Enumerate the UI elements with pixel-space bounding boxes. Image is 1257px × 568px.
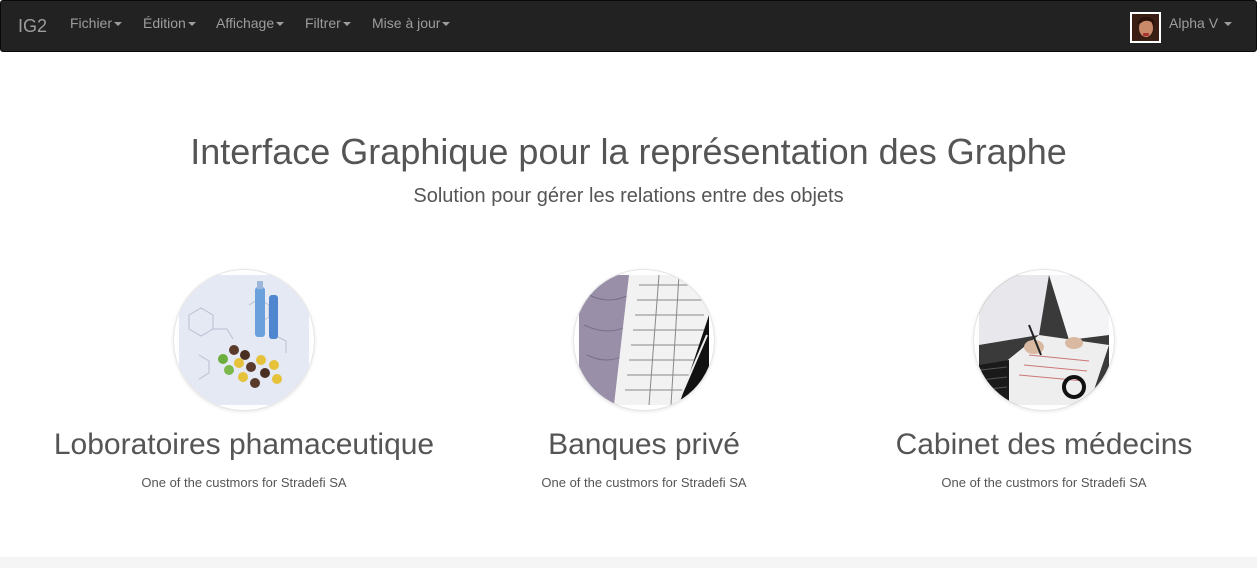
feature-doctors: Cabinet des médecins One of the custmors… <box>844 270 1244 490</box>
menu-filtrer[interactable]: Filtrer <box>305 15 351 31</box>
caret-down-icon <box>114 22 123 27</box>
feature-description: One of the custmors for Stradefi SA <box>941 475 1147 490</box>
caret-down-icon <box>1223 22 1232 27</box>
menu-fichier[interactable]: Fichier <box>70 15 123 31</box>
brand-link[interactable]: IG2 <box>18 16 47 37</box>
menu-label: Filtrer <box>305 15 341 31</box>
menu-edition[interactable]: Édition <box>143 15 196 31</box>
feature-title: Cabinet des médecins <box>895 428 1193 461</box>
caret-down-icon <box>276 22 285 27</box>
menu-label: Mise à jour <box>372 15 441 31</box>
menu-label: Édition <box>143 15 186 31</box>
caret-down-icon <box>187 22 196 27</box>
feature-title: Loboratoires phamaceutique <box>53 428 435 461</box>
user-name-label: Alpha V <box>1169 15 1219 31</box>
banking-image <box>574 270 714 410</box>
doctor-image <box>974 270 1114 410</box>
page-title: Interface Graphique pour la représentati… <box>190 131 1067 172</box>
avatar <box>1130 12 1161 43</box>
caret-down-icon <box>442 22 451 27</box>
menu-label: Affichage <box>216 15 275 31</box>
footer-band <box>0 557 1257 568</box>
feature-pharma: Loboratoires phamaceutique One of the cu… <box>44 270 444 490</box>
menu-affichage[interactable]: Affichage <box>216 15 285 31</box>
feature-description: One of the custmors for Stradefi SA <box>141 475 347 490</box>
top-navbar: IG2 Fichier Édition Affichage Filtrer Mi… <box>0 0 1257 52</box>
menu-label: Fichier <box>70 15 113 31</box>
caret-down-icon <box>342 22 351 27</box>
pharmaceutical-image <box>174 270 314 410</box>
user-avatar-icon <box>1132 14 1159 41</box>
menu-mise-a-jour[interactable]: Mise à jour <box>372 15 451 31</box>
feature-description: One of the custmors for Stradefi SA <box>541 475 747 490</box>
feature-title: Banques privé <box>548 428 740 461</box>
user-name: Alpha V <box>1169 15 1232 31</box>
feature-bank: Banques privé One of the custmors for St… <box>444 270 844 490</box>
page-subtitle: Solution pour gérer les relations entre … <box>413 185 844 207</box>
